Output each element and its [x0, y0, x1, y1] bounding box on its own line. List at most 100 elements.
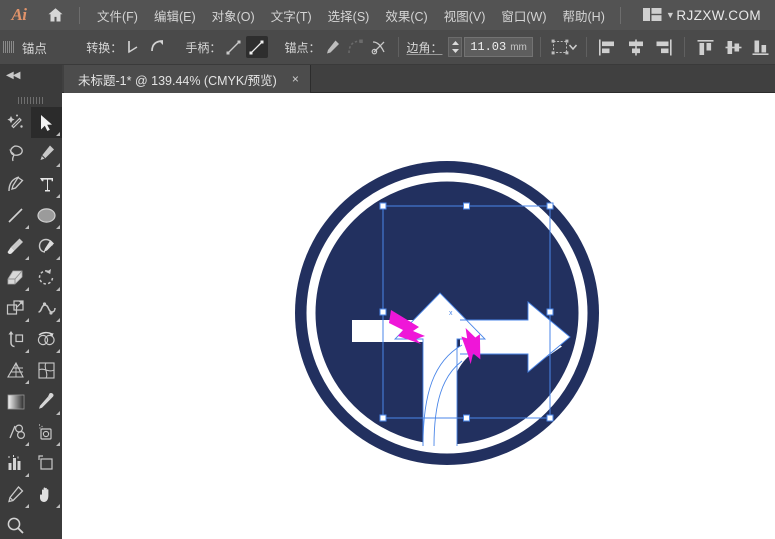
app-logo: Ai	[0, 0, 38, 30]
tool-flyout-indicator	[56, 442, 60, 446]
document-tab-title: 未标题-1* @ 139.44% (CMYK/预览)	[78, 70, 277, 89]
curvature-tool[interactable]	[0, 169, 31, 200]
corner-stepper[interactable]	[448, 37, 462, 57]
collapse-panel-icon[interactable]: ◀◀	[6, 70, 19, 81]
workspace-layout-icon	[643, 8, 662, 22]
toolbox-panel: ⇄	[0, 93, 62, 539]
tab-bar-left-spacer: ◀◀	[0, 65, 62, 93]
menu-select[interactable]: 选择(S)	[320, 2, 378, 29]
tool-flyout-indicator	[25, 380, 29, 384]
shape-builder-tool[interactable]	[31, 324, 62, 355]
cut-path-icon[interactable]	[369, 36, 391, 58]
menu-view[interactable]: 视图(V)	[436, 2, 494, 29]
align-center-horizontal-icon[interactable]	[623, 36, 649, 58]
paintbrush-tool[interactable]	[0, 231, 31, 262]
tool-flyout-indicator	[56, 504, 60, 508]
tool-flyout-indicator	[25, 442, 29, 446]
corner-radius-input[interactable]: 11.03 mm	[464, 37, 533, 57]
menu-items: 文件(F) 编辑(E) 对象(O) 文字(T) 选择(S) 效果(C) 视图(V…	[89, 2, 613, 29]
workspace-switcher[interactable]: ▼	[638, 5, 680, 25]
transform-panel-icon[interactable]	[549, 36, 579, 58]
traffic-sign-artwork: x	[62, 93, 775, 539]
perspective-grid-tool[interactable]	[0, 355, 31, 386]
convert-to-corner-anchor-icon[interactable]	[123, 36, 145, 58]
pen-tool[interactable]	[31, 138, 62, 169]
hand-tool[interactable]	[31, 479, 62, 510]
tool-flyout-indicator	[25, 504, 29, 508]
document-tab[interactable]: 未标题-1* @ 139.44% (CMYK/预览) ×	[64, 65, 311, 93]
eyedropper-tool[interactable]	[31, 386, 62, 417]
artboard-tool[interactable]	[31, 448, 62, 479]
symbol-sprayer-tool[interactable]	[31, 417, 62, 448]
menu-bar: Ai 文件(F) 编辑(E) 对象(O) 文字(T) 选择(S) 效果(C) 视…	[0, 0, 775, 30]
tool-flyout-indicator	[25, 256, 29, 260]
artboard-canvas[interactable]: x	[62, 93, 775, 539]
align-top-icon[interactable]	[693, 36, 719, 58]
align-left-icon[interactable]	[595, 36, 621, 58]
show-handles-icon[interactable]	[222, 36, 244, 58]
free-transform-tool[interactable]	[0, 324, 31, 355]
tool-flyout-indicator	[56, 225, 60, 229]
svg-text:x: x	[449, 310, 453, 317]
convert-to-smooth-anchor-icon[interactable]	[147, 36, 169, 58]
control-bar-grip[interactable]	[3, 37, 14, 58]
lasso-tool[interactable]	[0, 138, 31, 169]
tool-flyout-indicator	[56, 132, 60, 136]
align-bottom-icon[interactable]	[748, 36, 774, 58]
tool-flyout-indicator	[56, 287, 60, 291]
menu-object[interactable]: 对象(O)	[204, 2, 263, 29]
slice-tool[interactable]	[0, 479, 31, 510]
tool-flyout-indicator	[56, 163, 60, 167]
rotate-tool[interactable]	[31, 262, 62, 293]
tool-flyout-indicator	[25, 473, 29, 477]
magic-wand-tool[interactable]	[0, 107, 31, 138]
blend-tool[interactable]	[0, 417, 31, 448]
chevron-down-icon: ▼	[666, 11, 675, 20]
corner-radius-unit: mm	[510, 42, 527, 53]
tool-flyout-indicator	[56, 349, 60, 353]
control-divider-4	[684, 37, 685, 57]
line-segment-tool[interactable]	[0, 200, 31, 231]
tool-flyout-indicator	[56, 256, 60, 260]
illustrator-window: Ai 文件(F) 编辑(E) 对象(O) 文字(T) 选择(S) 效果(C) 视…	[0, 0, 775, 539]
width-tool[interactable]	[31, 293, 62, 324]
menu-type[interactable]: 文字(T)	[263, 2, 320, 29]
home-icon[interactable]	[38, 0, 72, 30]
eraser-tool[interactable]	[0, 262, 31, 293]
connect-anchors-icon[interactable]	[345, 36, 367, 58]
column-graph-tool[interactable]	[0, 448, 31, 479]
tool-flyout-indicator	[56, 318, 60, 322]
shaper-tool[interactable]	[31, 231, 62, 262]
selection-tool[interactable]	[31, 107, 62, 138]
ellipse-tool[interactable]	[31, 200, 62, 231]
menu-window[interactable]: 窗口(W)	[493, 2, 554, 29]
watermark-text: RJZXW.COM	[676, 0, 761, 30]
align-center-vertical-icon[interactable]	[721, 36, 747, 58]
align-right-icon[interactable]	[651, 36, 677, 58]
control-divider-1	[398, 37, 399, 57]
tool-flyout-indicator	[25, 349, 29, 353]
control-divider-2	[540, 37, 541, 57]
menu-edit[interactable]: 编辑(E)	[146, 2, 204, 29]
gradient-tool[interactable]	[0, 386, 31, 417]
tool-list	[0, 107, 62, 539]
toolbox-grip[interactable]	[0, 93, 62, 107]
menu-effect[interactable]: 效果(C)	[377, 2, 435, 29]
scale-tool[interactable]	[0, 293, 31, 324]
menu-help[interactable]: 帮助(H)	[555, 2, 613, 29]
close-icon[interactable]: ×	[289, 71, 302, 87]
corner-label: 边角：	[406, 39, 442, 56]
menu-file[interactable]: 文件(F)	[89, 2, 146, 29]
convert-label: 转换：	[86, 39, 122, 56]
tool-flyout-indicator	[25, 287, 29, 291]
control-divider-3	[586, 37, 587, 57]
menu-divider	[79, 7, 80, 24]
type-tool[interactable]	[31, 169, 62, 200]
corner-radius-value: 11.03	[470, 40, 506, 54]
tool-flyout-indicator	[25, 225, 29, 229]
remove-anchor-icon[interactable]	[321, 36, 343, 58]
workspace-divider	[620, 7, 621, 24]
hide-handles-icon[interactable]	[246, 36, 268, 58]
zoom-tool[interactable]	[0, 510, 31, 539]
mesh-tool[interactable]	[31, 355, 62, 386]
